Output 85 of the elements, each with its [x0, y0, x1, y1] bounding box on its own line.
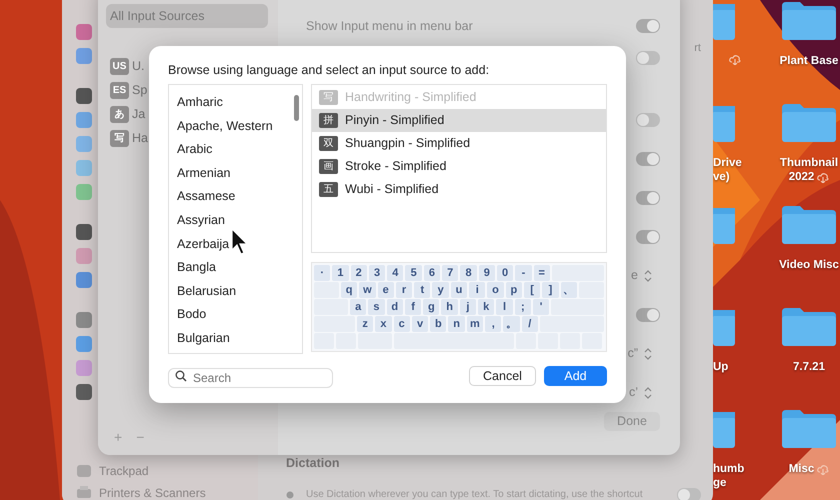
input-source-label: Stroke - Simplified	[345, 158, 446, 176]
keyboard-key: 3	[368, 265, 386, 281]
keyboard-key: 0	[496, 265, 514, 281]
keyboard-key: v	[412, 316, 428, 332]
keyboard-key: p	[506, 282, 522, 298]
input-source-label: Handwriting - Simplified	[345, 89, 476, 106]
section-heading: Dictation	[286, 455, 340, 472]
input-source-label: Shuangpin - Simplified	[345, 135, 470, 152]
popup-value: c’	[628, 384, 638, 402]
folder-label: Misc	[788, 462, 814, 476]
folder-label: Video Misc	[779, 258, 839, 272]
keyboard-key: ,	[485, 316, 502, 332]
keyboard-key: o	[487, 282, 504, 298]
keyboard-key: /	[522, 316, 538, 332]
keyboard-key: 、	[560, 282, 577, 298]
source-badge: あ	[110, 106, 129, 122]
source-badge: ES	[110, 82, 129, 98]
keyboard-key: 8	[460, 265, 477, 281]
keyboard-key: ·	[314, 265, 330, 281]
keyboard-key: i	[469, 282, 486, 298]
keyboard-key: h	[441, 299, 458, 315]
keyboard-key: e	[378, 282, 394, 298]
folder-label: ve)	[713, 170, 730, 184]
input-source-badge: 写	[319, 90, 338, 105]
keyboard-key: f	[404, 299, 422, 315]
keyboard-key: g	[423, 299, 440, 315]
keyboard-key: a	[350, 299, 366, 315]
keyboard-key: b	[430, 316, 446, 332]
setting-label: Show Input menu in menu bar	[306, 18, 473, 35]
popup-value: c”	[628, 345, 638, 362]
keyboard-key: [	[524, 282, 540, 298]
keyboard-key: 2	[350, 265, 367, 281]
window-text: rt	[694, 41, 701, 56]
input-source-label: Wubi - Simplified	[345, 181, 439, 198]
keyboard-key: 9	[478, 265, 495, 281]
keyboard-key: n	[448, 316, 465, 332]
source-label: Ja	[132, 106, 146, 123]
dialog-title: Browse using language and select an input source to add:	[168, 62, 490, 79]
keyboard-key: 。	[503, 316, 520, 332]
keyboard-key: -	[515, 265, 532, 281]
keyboard-key: r	[396, 282, 412, 298]
folder-label: Up	[713, 360, 728, 374]
folder-label: Plant Base	[780, 54, 838, 68]
keyboard-key: ]	[542, 282, 559, 298]
input-source-badge: 画	[319, 159, 338, 174]
keyboard-key: x	[375, 316, 392, 332]
folder-label: ge	[713, 476, 726, 490]
folder-label: Thumbnail	[780, 156, 838, 170]
input-source-badge: 五	[319, 182, 338, 197]
keyboard-key: 1	[332, 265, 349, 281]
source-label: All Input Sources	[110, 8, 204, 25]
keyboard-key: u	[450, 282, 468, 298]
source-label: Sp	[132, 82, 148, 99]
popup-value: e	[631, 267, 638, 284]
keyboard-key: '	[532, 299, 550, 315]
source-badge: 写	[110, 130, 129, 146]
folder-label: Drive	[713, 156, 742, 170]
folder-label: 2022	[788, 170, 814, 184]
keyboard-key: l	[496, 299, 513, 315]
input-source-label: Pinyin - Simplified	[345, 112, 444, 130]
keyboard-key: 7	[442, 265, 458, 281]
keyboard-key: j	[460, 299, 476, 315]
keyboard-key: ;	[514, 299, 531, 315]
keyboard-key: =	[534, 265, 550, 281]
keyboard-key: 5	[405, 265, 422, 281]
keyboard-key: t	[414, 282, 430, 298]
source-label: U.	[132, 58, 144, 75]
source-badge: US	[110, 58, 129, 74]
keyboard-key: y	[432, 282, 449, 298]
input-source-badge: 拼	[319, 113, 338, 128]
keyboard-key: q	[341, 282, 358, 298]
keyboard-key: k	[478, 299, 494, 315]
keyboard-key: 4	[387, 265, 404, 281]
keyboard-key: z	[357, 316, 374, 332]
keyboard-key: m	[466, 316, 484, 332]
source-label: Ha	[132, 130, 148, 147]
keyboard-key: 6	[424, 265, 440, 281]
keyboard-key: w	[359, 282, 376, 298]
folder-label: 7.7.21	[793, 360, 825, 374]
folder-label: humb	[713, 462, 744, 476]
keyboard-key: s	[368, 299, 385, 315]
input-source-badge: 双	[319, 136, 338, 151]
keyboard-key: c	[394, 316, 410, 332]
keyboard-key: d	[386, 299, 403, 315]
description-text: Use Dictation wherever you can type text. To start dictating, use the shortcut	[306, 488, 643, 500]
